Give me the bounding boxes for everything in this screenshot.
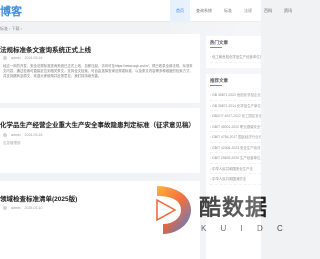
post-date: 2024-03-16 xyxy=(24,56,43,60)
sidebar-recommend-item[interactable]: GB/T 29639-2020 生产经营单位生产安全事故应急预案编制导则 xyxy=(210,153,261,164)
post-card: 化学品生产经营企业重大生产安全事故隐患判定标准（征求意见稿） admin 202… xyxy=(0,108,200,173)
post-author[interactable]: admin xyxy=(11,56,21,60)
nav-item-wiki[interactable]: 百科 xyxy=(258,0,278,22)
breadcrumb: 标准 › 下载 › xyxy=(0,26,22,31)
author-avatar xyxy=(3,133,7,137)
watermark-logo-icon xyxy=(156,186,191,234)
post-date: 2024-03-16 xyxy=(24,133,43,137)
sidebar-recommend-title: 推荐文章 xyxy=(210,78,228,83)
nav-item-news[interactable]: 资讯 xyxy=(278,0,298,22)
watermark: 酷数据 K U I D C xyxy=(151,184,283,254)
post-date: 2025-01-10 xyxy=(24,206,43,210)
sidebar-hot: 热门文章 化工和危险化学品生产经营单位重大生产安全事故隐患判定标准 xyxy=(206,36,261,68)
sidebar-recommend-item[interactable]: GB/T 42304-2023 安全生产培训 xyxy=(210,143,261,153)
post-meta: admin 2025-01-10 xyxy=(3,206,42,210)
sidebar-recommend-item[interactable]: DB37/T 4027-2022 化工园区安全风险... xyxy=(210,111,261,122)
sidebar-hot-title: 热门文章 xyxy=(210,40,228,45)
post-meta: admin 2024-03-16 xyxy=(3,133,42,137)
sidebar-recommend-item[interactable]: GB 30871-2022 危险化学品企业特殊作业安全规范 xyxy=(210,90,261,101)
nav-item-standards[interactable]: 标准 xyxy=(218,0,238,22)
author-avatar xyxy=(3,206,7,210)
sidebar-title-underline xyxy=(210,85,222,86)
post-meta: admin 2024-03-16 xyxy=(3,56,42,60)
top-header: 博客 首页 查询系统 标准 法规 百科 资讯 xyxy=(0,0,292,22)
nav-item-home[interactable]: 首页 xyxy=(170,0,190,22)
post-card: 法规标准条文查询系统正式上线 admin 2024-03-16 经过一年的开发，… xyxy=(0,34,200,103)
watermark-subtext: K U I D C xyxy=(201,224,289,233)
nav-item-query[interactable]: 查询系统 xyxy=(190,0,218,22)
post-tag[interactable]: 应急管理部 xyxy=(3,141,21,146)
post-author[interactable]: admin xyxy=(11,133,21,137)
main-nav: 首页 查询系统 标准 法规 百科 资讯 xyxy=(170,0,298,22)
sidebar-recommend-item[interactable]: GB 30871-2014 化学品生产单位特殊作业安全规范 xyxy=(210,101,261,111)
sidebar-title-underline xyxy=(210,47,222,48)
sidebar-hot-item[interactable]: 化工和危险化学品生产经营单位重大生产安全事故隐患判定标准 xyxy=(210,52,261,63)
sidebar-recommend-item[interactable]: GB/T 4754-2017 国民经济行业分类 xyxy=(210,132,261,143)
post-title[interactable]: 领域检查标准清单(2025版) xyxy=(0,193,77,203)
sidebar-recommend-list: GB 30871-2022 危险化学品企业特殊作业安全规范 GB 30871-2… xyxy=(210,90,261,185)
author-avatar xyxy=(3,56,7,60)
sidebar-recommend-item[interactable]: GB/T 45001-2020 职业健康安全管理体系 xyxy=(210,122,261,132)
post-summary: 经过一年的开发，安全法规标准查询系统已正式上线，自即日起，访问可至https:/… xyxy=(3,64,193,79)
sidebar-recommend-item[interactable]: 中华人民共和国消防法 xyxy=(210,174,261,185)
post-title[interactable]: 化学品生产经营企业重大生产安全事故隐患判定标准（征求意见稿） xyxy=(0,119,195,129)
watermark-text: 酷数据 xyxy=(199,196,269,221)
post-title[interactable]: 法规标准条文查询系统正式上线 xyxy=(0,44,91,54)
nav-item-regulations[interactable]: 法规 xyxy=(238,0,258,22)
sidebar-recommend-item[interactable]: 中华人民共和国安全生产法 xyxy=(210,164,261,174)
site-logo[interactable]: 博客 xyxy=(0,3,22,19)
post-author[interactable]: admin xyxy=(11,206,21,210)
sidebar-hot-list: 化工和危险化学品生产经营单位重大生产安全事故隐患判定标准 xyxy=(210,52,261,63)
